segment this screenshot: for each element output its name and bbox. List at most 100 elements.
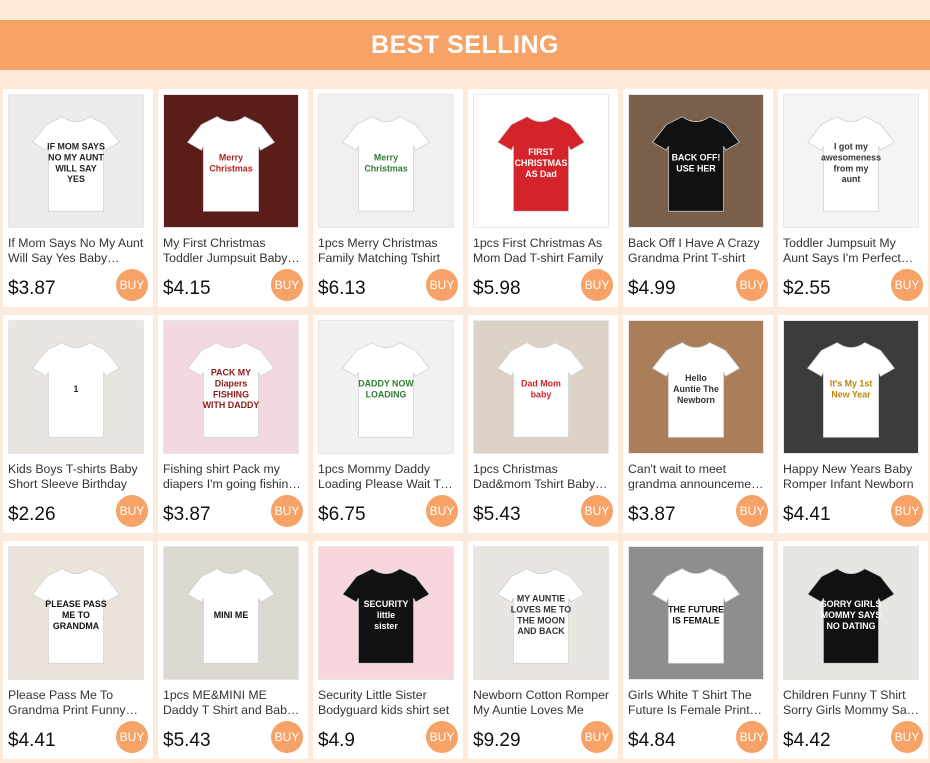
product-title[interactable]: If Mom Says No My Aunt Will Say Yes Baby…	[8, 236, 146, 266]
buy-button[interactable]: BUY	[426, 721, 458, 753]
product-price: $4.15	[163, 278, 211, 299]
product-price: $4.42	[783, 730, 831, 751]
product-title[interactable]: 1pcs Merry Christmas Family Matching Tsh…	[318, 236, 456, 266]
product-price: $4.9	[318, 730, 355, 751]
product-price: $4.41	[8, 730, 56, 751]
garment-print: 1	[74, 384, 79, 394]
product-image[interactable]: Merry Christmas	[318, 94, 454, 228]
buy-button[interactable]: BUY	[116, 495, 148, 527]
product-price: $6.75	[318, 504, 366, 525]
product-title[interactable]: Security Little Sister Bodyguard kids sh…	[318, 688, 456, 718]
buy-button[interactable]: BUY	[581, 495, 613, 527]
product-image[interactable]: DADDY NOW LOADING	[318, 320, 454, 454]
product-card[interactable]: I got my awesomeness from my aunt Toddler J…	[778, 89, 928, 307]
product-price: $5.43	[473, 504, 521, 525]
product-card[interactable]: PACK MY Diapers FISHING WITH DADDY Fishing …	[158, 315, 308, 533]
product-image[interactable]: MY AUNTIE LOVES ME TO THE MOON AND BACK	[473, 546, 609, 680]
product-image[interactable]: Merry Christmas	[163, 94, 299, 228]
buy-button[interactable]: BUY	[116, 269, 148, 301]
product-title[interactable]: Please Pass Me To Grandma Print Funny Ro…	[8, 688, 146, 718]
buy-button[interactable]: BUY	[426, 269, 458, 301]
garment-print: MINI ME	[214, 610, 249, 620]
product-price: $4.84	[628, 730, 676, 751]
buy-button[interactable]: BUY	[891, 495, 923, 527]
product-price: $4.41	[783, 504, 831, 525]
product-image[interactable]: THE FUTURE IS FEMALE	[628, 546, 764, 680]
product-image[interactable]: PLEASE PASS ME TO GRANDMA	[8, 546, 144, 680]
product-price: $9.29	[473, 730, 521, 751]
product-card[interactable]: FIRST CHRISTMAS AS Dad 1pcs First Christma…	[468, 89, 618, 307]
product-card[interactable]: It's My 1st New Year Happy New Years Baby…	[778, 315, 928, 533]
product-title[interactable]: 1pcs Mommy Daddy Loading Please Wait T-s…	[318, 462, 456, 492]
product-card[interactable]: IF MOM SAYS NO MY AUNT WILL SAY YES If Mom …	[3, 89, 153, 307]
product-image[interactable]: PACK MY Diapers FISHING WITH DADDY	[163, 320, 299, 454]
product-title[interactable]: 1pcs Christmas Dad&mom Tshirt Baby Rompe…	[473, 462, 611, 492]
buy-button[interactable]: BUY	[891, 269, 923, 301]
buy-button[interactable]: BUY	[116, 721, 148, 753]
product-price: $3.87	[163, 504, 211, 525]
product-image[interactable]: SORRY GIRLS MOMMY SAYS NO DATING	[783, 546, 919, 680]
product-card[interactable]: Merry Christmas My First Christmas Toddle…	[158, 89, 308, 307]
garment-print: It's My 1st New Year	[830, 379, 873, 400]
product-card[interactable]: Merry Christmas 1pcs Merry Christmas Fami…	[313, 89, 463, 307]
product-title[interactable]: Newborn Cotton Romper My Auntie Loves Me	[473, 688, 611, 718]
product-image[interactable]: It's My 1st New Year	[783, 320, 919, 454]
product-card[interactable]: MINI ME 1pcs ME&MINI ME Daddy T Shirt an…	[158, 541, 308, 759]
product-title[interactable]: 1pcs First Christmas As Mom Dad T-shirt …	[473, 236, 611, 266]
product-image[interactable]: 1	[8, 320, 144, 454]
buy-button[interactable]: BUY	[736, 721, 768, 753]
product-price: $2.55	[783, 278, 831, 299]
product-title[interactable]: Fishing shirt Pack my diapers I'm going …	[163, 462, 301, 492]
buy-button[interactable]: BUY	[581, 269, 613, 301]
buy-button[interactable]: BUY	[581, 721, 613, 753]
section-title: BEST SELLING	[371, 30, 559, 59]
product-card[interactable]: SECURITY little sister Security Little Sis…	[313, 541, 463, 759]
product-price: $2.26	[8, 504, 56, 525]
garment-print: DADDY NOW LOADING	[358, 379, 414, 400]
product-image[interactable]: SECURITY little sister	[318, 546, 454, 680]
product-image[interactable]: Dad Mom baby	[473, 320, 609, 454]
garment-print: MY AUNTIE LOVES ME TO THE MOON AND BACK	[511, 594, 572, 637]
product-title[interactable]: Back Off I Have A Crazy Grandma Print T-…	[628, 236, 766, 266]
product-card[interactable]: DADDY NOW LOADING 1pcs Mommy Daddy Loadin…	[313, 315, 463, 533]
product-card[interactable]: Hello Auntie The Newborn Can't wait to mee…	[623, 315, 773, 533]
product-price: $3.87	[8, 278, 56, 299]
product-image[interactable]: I got my awesomeness from my aunt	[783, 94, 919, 228]
buy-button[interactable]: BUY	[426, 495, 458, 527]
product-card[interactable]: Dad Mom baby 1pcs Christmas Dad&mom Tshir…	[468, 315, 618, 533]
product-price: $5.43	[163, 730, 211, 751]
product-image[interactable]: FIRST CHRISTMAS AS Dad	[473, 94, 609, 228]
product-title[interactable]: My First Christmas Toddler Jumpsuit Baby…	[163, 236, 301, 266]
product-image[interactable]: IF MOM SAYS NO MY AUNT WILL SAY YES	[8, 94, 144, 228]
product-card[interactable]: PLEASE PASS ME TO GRANDMA Please Pass Me T…	[3, 541, 153, 759]
product-title[interactable]: Toddler Jumpsuit My Aunt Says I'm Perfec…	[783, 236, 921, 266]
buy-button[interactable]: BUY	[271, 269, 303, 301]
buy-button[interactable]: BUY	[271, 495, 303, 527]
product-title[interactable]: Girls White T Shirt The Future Is Female…	[628, 688, 766, 718]
buy-button[interactable]: BUY	[891, 721, 923, 753]
garment-print: THE FUTURE IS FEMALE	[668, 605, 724, 626]
product-card[interactable]: 1 Kids Boys T-shirts Baby Short Sleeve B…	[3, 315, 153, 533]
product-image[interactable]: BACK OFF! USE HER	[628, 94, 764, 228]
product-price: $3.87	[628, 504, 676, 525]
best-selling-banner: BEST SELLING	[0, 20, 930, 70]
product-card[interactable]: SORRY GIRLS MOMMY SAYS NO DATING Children …	[778, 541, 928, 759]
buy-button[interactable]: BUY	[736, 495, 768, 527]
product-image[interactable]: MINI ME	[163, 546, 299, 680]
product-title[interactable]: 1pcs ME&MINI ME Daddy T Shirt and Baby R…	[163, 688, 301, 718]
product-title[interactable]: Children Funny T Shirt Sorry Girls Mommy…	[783, 688, 921, 718]
product-card[interactable]: BACK OFF! USE HER Back Off I Have A Crazy…	[623, 89, 773, 307]
product-title[interactable]: Kids Boys T-shirts Baby Short Sleeve Bir…	[8, 462, 146, 492]
product-card[interactable]: MY AUNTIE LOVES ME TO THE MOON AND BACK New…	[468, 541, 618, 759]
product-price: $5.98	[473, 278, 521, 299]
buy-button[interactable]: BUY	[736, 269, 768, 301]
product-grid: IF MOM SAYS NO MY AUNT WILL SAY YES If Mom …	[3, 89, 930, 759]
product-price: $6.13	[318, 278, 366, 299]
garment-print: BACK OFF! USE HER	[672, 153, 721, 174]
product-title[interactable]: Can't wait to meet grandma announcement …	[628, 462, 766, 492]
product-card[interactable]: THE FUTURE IS FEMALE Girls White T Shirt …	[623, 541, 773, 759]
product-price: $4.99	[628, 278, 676, 299]
product-image[interactable]: Hello Auntie The Newborn	[628, 320, 764, 454]
buy-button[interactable]: BUY	[271, 721, 303, 753]
product-title[interactable]: Happy New Years Baby Romper Infant Newbo…	[783, 462, 921, 492]
